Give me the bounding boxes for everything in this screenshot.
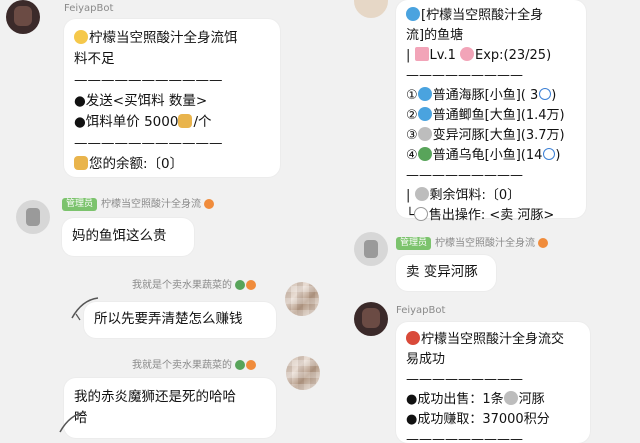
veggie-icon bbox=[235, 280, 246, 290]
fire-icon bbox=[204, 199, 215, 209]
chat-screen: FeiyapBot 柠檬当空照酸汁全身流饵 料不足 ——————————— ●发… bbox=[0, 0, 640, 443]
blowfish-icon bbox=[503, 391, 518, 405]
admin-name-right: 管理员 柠檬当空照酸汁全身流 bbox=[396, 234, 549, 250]
sender-name: 我就是个卖水果蔬菜的 bbox=[132, 280, 232, 291]
msg-line: 流]的鱼塘 bbox=[406, 28, 464, 43]
bot-avatar-left[interactable] bbox=[6, 0, 40, 34]
msg-line: 售出操作: <卖 河豚> bbox=[428, 208, 555, 223]
fish-num: ① bbox=[406, 88, 418, 103]
user-avatar-top-right[interactable] bbox=[354, 0, 388, 18]
msg-line: 料不足 bbox=[74, 51, 115, 67]
veggie-icon bbox=[235, 360, 246, 370]
msg-line: /个 bbox=[193, 114, 212, 130]
admin-badge: 管理员 bbox=[396, 236, 432, 250]
pond-exp: Exp:(23/25) bbox=[475, 48, 552, 63]
fish-text: 普通鲫鱼[大鱼](1.4万) bbox=[432, 108, 565, 123]
divider-text: ——————————— bbox=[74, 72, 223, 88]
divider-text: ——————————— bbox=[74, 135, 223, 151]
fish-row: ② 普通鲫鱼[大鱼](1.4万) bbox=[406, 106, 576, 126]
user2-name: 我就是个卖水果蔬菜的 bbox=[132, 356, 257, 371]
dolphin-icon bbox=[417, 87, 432, 101]
bot-message-bait-shortage[interactable]: 柠檬当空照酸汁全身流饵 料不足 ——————————— ●发送<买饵料 数量> … bbox=[64, 19, 280, 177]
exp-icon bbox=[460, 47, 474, 61]
feather-signature-icon bbox=[58, 410, 88, 436]
fish-row: ④ 普通乌龟[小鱼](14) bbox=[406, 146, 576, 166]
user2-avatar-1[interactable] bbox=[285, 282, 319, 316]
bot-avatar-right[interactable] bbox=[354, 302, 388, 336]
msg-line: 柠檬当空照酸汁全身流饵 bbox=[89, 30, 238, 46]
fish-row: ① 普通海豚[小鱼]( 3) bbox=[406, 86, 576, 106]
fish-text: 普通海豚[小鱼]( 3 bbox=[432, 88, 539, 103]
shell-icon bbox=[414, 187, 429, 201]
admin-message-right[interactable]: 卖 变异河豚 bbox=[396, 255, 496, 291]
blowfish-icon bbox=[417, 127, 432, 141]
msg-line: 柠檬当空照酸汁全身流交 bbox=[421, 332, 565, 347]
trade-result-message[interactable]: 柠檬当空照酸汁全身流交 易成功 ————————— ●成功出售：1条 河豚 ●成功… bbox=[396, 322, 590, 443]
divider-text: ————————— bbox=[406, 372, 523, 387]
pond-level: Lv.1 bbox=[429, 48, 456, 63]
msg-line: 易成功 bbox=[406, 352, 446, 367]
msg-line: 剩余饵料:〔0〕 bbox=[429, 188, 521, 203]
sender-name: 我就是个卖水果蔬菜的 bbox=[132, 360, 232, 371]
turtle-icon bbox=[417, 147, 432, 161]
msg-line: ●成功赚取：37000积分 bbox=[406, 412, 550, 427]
fish-num: ③ bbox=[406, 128, 418, 143]
msg-line: ●饵料单价 5000 bbox=[74, 114, 179, 130]
msg-line: ●发送<买饵料 数量> bbox=[74, 93, 208, 109]
fish-tail: ) bbox=[555, 148, 561, 163]
msg-line: ●成功出售：1条 bbox=[406, 392, 504, 407]
msg-line: 您的余额:〔0〕 bbox=[89, 156, 184, 172]
admin-badge: 管理员 bbox=[62, 197, 98, 211]
divider-text: ————————— bbox=[406, 168, 523, 183]
msg-line: 我的赤炎魔狮还是死的哈哈 bbox=[74, 389, 236, 405]
speech-bubble-icon bbox=[413, 207, 428, 221]
sender-name: 柠檬当空照酸汁全身流 bbox=[435, 238, 536, 249]
fire-icon bbox=[246, 360, 257, 370]
fish-pond-message[interactable]: [柠檬当空照酸汁全身 流]的鱼塘 | Lv.1 Exp:(23/25) ————… bbox=[396, 0, 586, 223]
user2-avatar-2[interactable] bbox=[286, 356, 320, 390]
fish-text: 变异河豚[大鱼](3.7万) bbox=[432, 128, 565, 143]
money-bag-icon bbox=[74, 156, 88, 170]
fire-icon bbox=[246, 280, 257, 290]
fish-num: ④ bbox=[406, 148, 418, 163]
msg-line: 哈 bbox=[74, 410, 88, 426]
admin-name-left: 管理员 柠檬当空照酸汁全身流 bbox=[62, 195, 215, 211]
bot-name-left: FeiyapBot bbox=[64, 3, 114, 14]
msg-line: 河豚 bbox=[518, 392, 545, 407]
user2-message-2[interactable]: 我的赤炎魔狮还是死的哈哈 哈 bbox=[64, 378, 276, 438]
admin-avatar-left[interactable] bbox=[16, 200, 50, 234]
fish-tail: ) bbox=[551, 88, 557, 103]
chick-emoji-icon bbox=[74, 30, 88, 44]
admin-avatar-right[interactable] bbox=[354, 232, 388, 266]
fish-num: ② bbox=[406, 108, 418, 123]
msg-line: [柠檬当空照酸汁全身 bbox=[421, 8, 544, 23]
fish-icon bbox=[417, 107, 432, 121]
clock-icon bbox=[543, 148, 556, 160]
admin-message-left[interactable]: 妈的鱼饵这么贵 bbox=[62, 218, 194, 256]
divider-text: ————————— bbox=[406, 432, 523, 443]
clock-icon bbox=[539, 88, 552, 100]
lemon-face-icon bbox=[406, 331, 420, 345]
user2-message-1[interactable]: 所以先要弄清楚怎么赚钱 bbox=[84, 302, 276, 338]
fire-icon bbox=[538, 238, 549, 248]
level-icon bbox=[414, 47, 429, 61]
fish-row: ③ 变异河豚[大鱼](3.7万) bbox=[406, 126, 576, 146]
fish-text: 普通乌龟[小鱼](14 bbox=[432, 148, 543, 163]
bot-name-right: FeiyapBot bbox=[396, 305, 446, 316]
divider-text: ————————— bbox=[406, 68, 523, 83]
sender-name: 柠檬当空照酸汁全身流 bbox=[101, 199, 202, 210]
user2-name: 我就是个卖水果蔬菜的 bbox=[132, 276, 257, 291]
fish-emoji-icon bbox=[406, 7, 420, 21]
money-bag-icon bbox=[178, 114, 193, 128]
